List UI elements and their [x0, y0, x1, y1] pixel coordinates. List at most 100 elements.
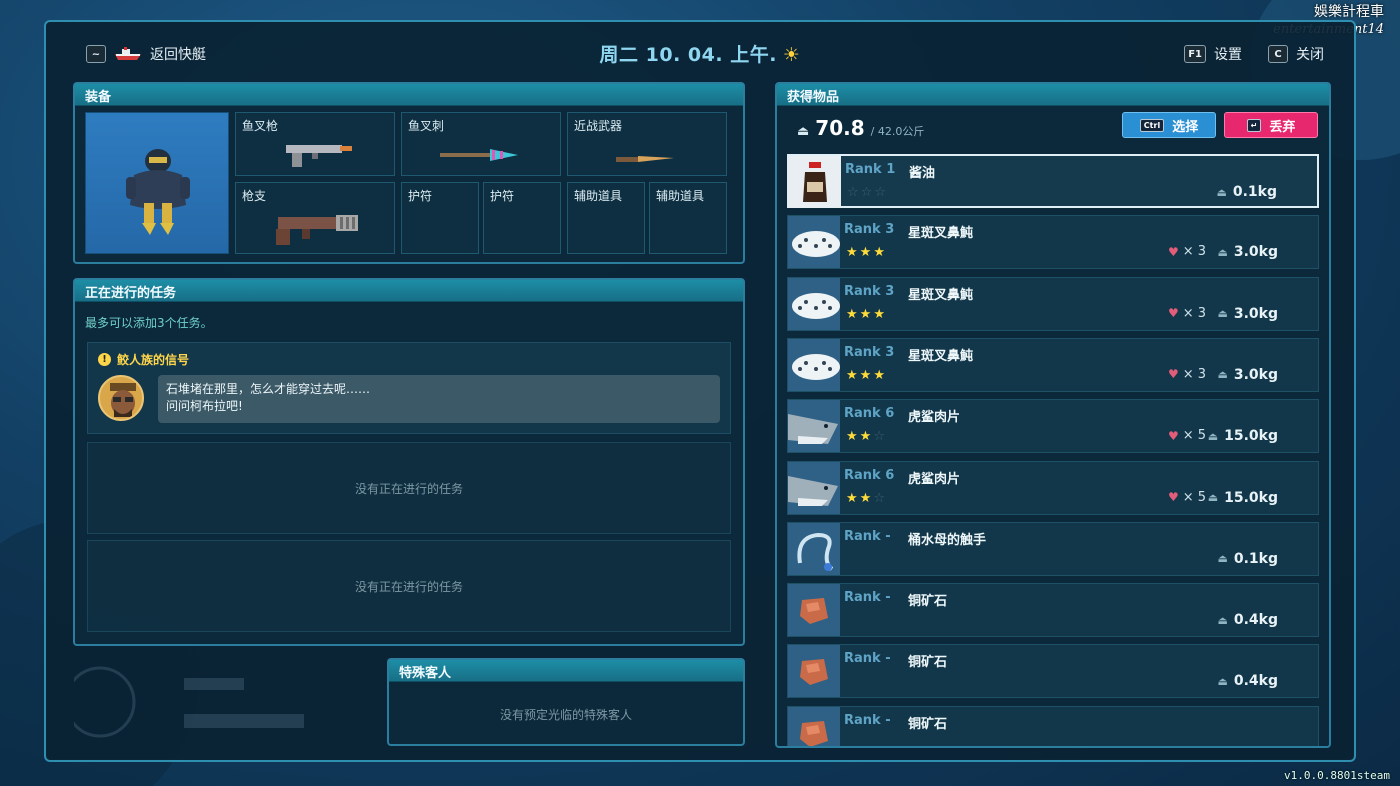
quest-title-text: 鲛人族的信号 — [117, 353, 190, 367]
item-count: ♥ × 3 — [1168, 244, 1206, 259]
diving-status-window: ~ 返回快艇 周二 10. 04. 上午. ☀ F1 设置 C 关闭 装备 鱼叉… — [44, 20, 1356, 762]
weight-current: 70.8 — [815, 116, 865, 140]
item-rank: Rank 3 — [844, 344, 895, 360]
discard-keycap: ↵ — [1246, 118, 1262, 132]
item-weight: ⏏ 0.1kg — [1216, 184, 1277, 200]
copper-ore-icon — [788, 645, 840, 698]
slot-label: 枪支 — [242, 189, 267, 203]
weight-icon: ⏏ — [1207, 429, 1219, 443]
tiger-shark-icon — [788, 400, 840, 453]
inventory-item-row[interactable]: Rank 6 虎鲨肉片 ★★☆ ♥ × 5 ⏏ 15.0kg — [787, 460, 1319, 515]
star-filled-icon: ★ — [859, 490, 874, 506]
slot-support-item-2[interactable]: 辅助道具 — [649, 182, 727, 254]
slot-charm-1[interactable]: 护符 — [401, 182, 479, 254]
slot-charm-2[interactable]: 护符 — [483, 182, 561, 254]
meat-chunk-icon: ♥ — [1167, 490, 1179, 504]
star-filled-icon: ★ — [859, 429, 874, 445]
watermark-line1: 娛樂計程車 — [1314, 4, 1384, 20]
jellyfish-tentacle-icon — [788, 522, 840, 575]
special-guest-panel: 特殊客人 没有预定光临的特殊客人 — [387, 658, 745, 746]
copper-ore-icon — [788, 706, 840, 746]
item-weight: ⏏ 15.0kg — [1208, 490, 1278, 506]
inventory-item-row[interactable]: Rank - 铜矿石 ⏏ 0.4kg — [787, 583, 1319, 638]
item-name: 酱油 — [909, 166, 936, 181]
slot-melee-weapon[interactable]: 近战武器 — [567, 112, 727, 176]
empty-quest-label: 没有正在进行的任务 — [354, 579, 463, 594]
inventory-item-row[interactable]: Rank 3 星斑叉鼻魨 ★★★ ♥ × 3 ⏏ 3.0kg — [787, 276, 1319, 331]
item-weight: ⏏ 0.4kg — [1217, 673, 1278, 689]
inventory-item-row[interactable]: Rank - 铜矿石 — [787, 705, 1319, 746]
active-quest-card[interactable]: ! 鲛人族的信号 石堆堵在那里，怎么才能穿过去呢…… 问问柯布拉吧! — [87, 342, 731, 434]
slot-support-item-1[interactable]: 辅助道具 — [567, 182, 645, 254]
pufferfish-icon — [788, 277, 840, 330]
item-name: 虎鲨肉片 — [908, 410, 961, 426]
tiger-shark-icon — [788, 461, 840, 514]
slot-harpoon-spear[interactable]: 鱼叉刺 — [401, 112, 561, 176]
item-star-rating: ★★☆ — [846, 491, 887, 506]
item-rank: Rank - — [844, 712, 891, 728]
star-empty-icon: ☆ — [847, 185, 861, 200]
slot-harpoon-gun[interactable]: 鱼叉枪 — [235, 112, 395, 176]
soy-sauce-icon — [789, 156, 841, 208]
top-bar: ~ 返回快艇 周二 10. 04. 上午. ☀ F1 设置 C 关闭 — [46, 22, 1354, 82]
weight-icon: ⏏ — [1217, 552, 1228, 566]
special-guest-message: 没有预定光临的特殊客人 — [499, 708, 632, 722]
special-guest-title: 特殊客人 — [389, 660, 743, 682]
version-label: v1.0.0.8801steam — [1284, 769, 1390, 782]
discard-button[interactable]: ↵ 丢弃 — [1224, 112, 1318, 138]
item-rank: Rank - — [844, 590, 891, 606]
inventory-item-row[interactable]: Rank - 桶水母的触手 ⏏ 0.1kg — [787, 521, 1319, 576]
close-button[interactable]: C 关闭 — [1268, 44, 1324, 64]
item-rank: Rank 1 — [845, 162, 896, 177]
empty-quest-label: 没有正在进行的任务 — [354, 481, 463, 496]
copper-ore-icon — [788, 584, 840, 637]
meat-chunk-icon: ♥ — [1167, 367, 1179, 382]
quest-dialogue-line2: 问问柯布拉吧! — [166, 399, 243, 413]
item-name: 星斑叉鼻魨 — [908, 287, 974, 303]
item-name: 铜矿石 — [908, 655, 948, 671]
inventory-item-row[interactable]: Rank 6 虎鲨肉片 ★★☆ ♥ × 5 ⏏ 15.0kg — [787, 399, 1319, 454]
quests-panel: 正在进行的任务 最多可以添加3个任务。 ! 鲛人族的信号 石堆堵在那里，怎么才能… — [73, 278, 745, 646]
inventory-item-row[interactable]: Rank - 铜矿石 ⏏ 0.4kg — [787, 644, 1319, 699]
weight-icon: ⏏ — [1217, 368, 1228, 382]
star-filled-icon: ★ — [846, 367, 860, 383]
slot-label: 鱼叉刺 — [408, 119, 445, 133]
discard-label: 丢弃 — [1269, 119, 1296, 135]
inventory-item-row[interactable]: Rank 3 星斑叉鼻魨 ★★★ ♥ × 3 ⏏ 3.0kg — [787, 337, 1319, 392]
item-weight-text: 0.1kg — [1233, 550, 1278, 567]
item-rank: Rank - — [844, 651, 891, 667]
item-weight: ⏏ 3.0kg — [1217, 367, 1278, 383]
acquired-items-panel: 获得物品 ⏏ 70.8 / 42.0公斤 Ctrl 选择 ↵ 丢弃 Rank 1… — [775, 82, 1331, 748]
slot-firearm[interactable]: 枪支 — [235, 182, 395, 254]
quest-limit-note: 最多可以添加3个任务。 — [85, 316, 213, 330]
item-count-text: × 5 — [1182, 489, 1206, 505]
item-star-rating: ☆☆☆ — [847, 185, 888, 200]
inventory-item-row[interactable]: Rank 1 酱油 ☆☆☆ ⏏ 0.1kg — [787, 154, 1319, 208]
weight-icon: ⏏ — [1207, 491, 1219, 504]
close-label: 关闭 — [1296, 47, 1324, 63]
harpoon-gun-icon — [284, 141, 354, 175]
slot-label: 辅助道具 — [656, 189, 705, 203]
item-name: 星斑叉鼻魨 — [908, 348, 974, 364]
faded-background-stats — [64, 658, 364, 750]
star-filled-icon: ★ — [846, 245, 860, 261]
item-name: 桶水母的触手 — [908, 532, 987, 548]
item-count: ♥ × 3 — [1168, 306, 1206, 321]
item-count: ♥ × 3 — [1168, 367, 1206, 382]
star-filled-icon: ★ — [859, 367, 874, 383]
item-weight-text: 0.1kg — [1232, 184, 1277, 200]
item-count-text: × 5 — [1182, 428, 1206, 444]
item-rank: Rank 3 — [844, 283, 895, 299]
item-rank: Rank 6 — [844, 406, 895, 422]
item-count-text: × 3 — [1182, 244, 1206, 260]
select-button[interactable]: Ctrl 选择 — [1122, 112, 1216, 138]
settings-button[interactable]: F1 设置 — [1184, 44, 1242, 64]
empty-quest-slot: 没有正在进行的任务 — [87, 540, 731, 632]
item-count: ♥ × 5 — [1168, 490, 1206, 505]
item-weight-text: 3.0kg — [1233, 244, 1278, 261]
inventory-item-row[interactable]: Rank 3 星斑叉鼻魨 ★★★ ♥ × 3 ⏏ 3.0kg — [787, 215, 1319, 270]
meat-chunk-icon: ♥ — [1167, 306, 1179, 321]
item-weight-text: 3.0kg — [1233, 366, 1278, 383]
quest-dialogue-line1: 石堆堵在那里，怎么才能穿过去呢…… — [166, 382, 371, 396]
star-empty-icon: ☆ — [873, 429, 887, 445]
